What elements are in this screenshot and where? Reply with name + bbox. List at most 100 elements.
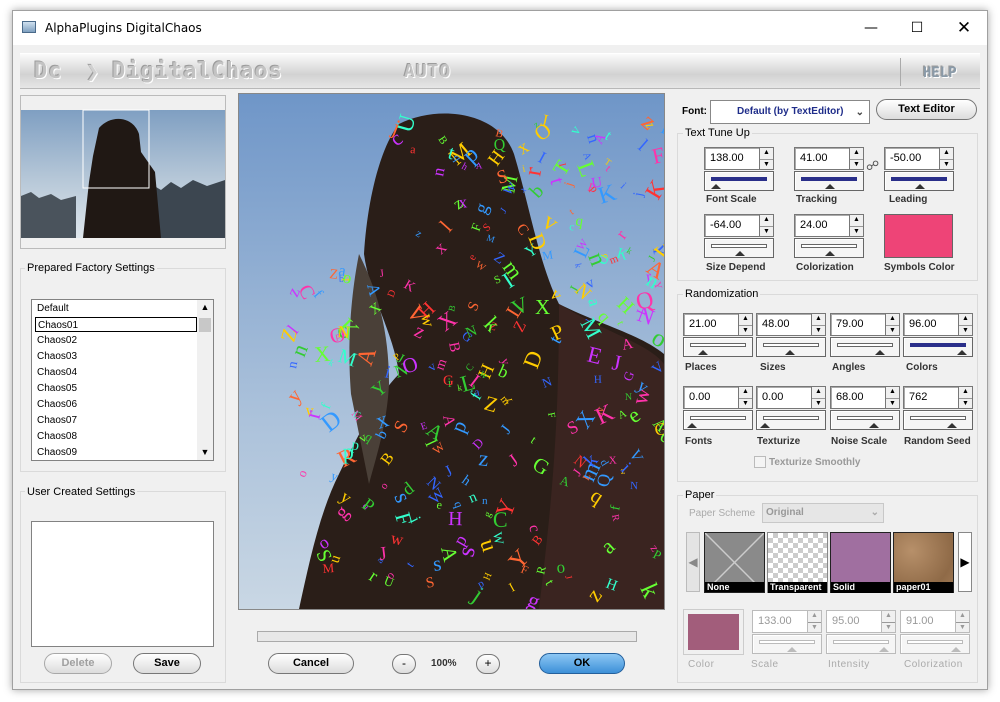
noise-scale-control[interactable]: 68.00 ▲ ▼ xyxy=(830,386,900,432)
text-editor-button[interactable]: Text Editor xyxy=(876,99,977,120)
zoom-in-button[interactable]: + xyxy=(476,654,500,674)
font-scale-spinner[interactable]: ▲ ▼ xyxy=(759,147,774,170)
leading-control[interactable]: -50.00 ▲ ▼ xyxy=(884,147,954,193)
paper-colorization-spinner[interactable]: ▲ ▼ xyxy=(955,610,970,633)
texturize-smoothly-checkbox[interactable] xyxy=(754,456,766,468)
list-item[interactable]: Chaos06 xyxy=(35,397,197,412)
colors-spinner[interactable]: ▲ ▼ xyxy=(958,313,973,336)
paper-intensity-control[interactable]: 95.00 ▲ ▼ xyxy=(826,610,896,656)
paper-scale-input[interactable]: 133.00 xyxy=(752,610,807,633)
list-scrollbar[interactable]: ▲ ▼ xyxy=(197,300,213,460)
delete-button[interactable]: Delete xyxy=(44,653,112,674)
fonts-control[interactable]: 0.00 ▲ ▼ xyxy=(683,386,753,432)
texturize-slider[interactable] xyxy=(756,410,826,430)
font-scale-control[interactable]: 138.00 ▲ ▼ xyxy=(704,147,774,193)
places-input[interactable]: 21.00 xyxy=(683,313,738,336)
random-seed-slider[interactable] xyxy=(903,410,973,430)
paper-intensity-slider[interactable] xyxy=(826,634,896,654)
noise-scale-spinner[interactable]: ▲ ▼ xyxy=(885,386,900,409)
scroll-down-icon[interactable]: ▼ xyxy=(197,445,213,460)
tracking-spinner[interactable]: ▲ ▼ xyxy=(849,147,864,170)
texturize-control[interactable]: 0.00 ▲ ▼ xyxy=(756,386,826,432)
places-spinner[interactable]: ▲ ▼ xyxy=(738,313,753,336)
symbols-color-swatch[interactable] xyxy=(884,214,953,258)
size-depend-input[interactable]: -64.00 xyxy=(704,214,759,237)
close-button[interactable]: ✕ xyxy=(941,11,987,45)
colorization-slider[interactable] xyxy=(794,238,864,258)
size-depend-control[interactable]: -64.00 ▲ ▼ xyxy=(704,214,774,260)
scroll-thumb[interactable] xyxy=(199,318,211,332)
list-item[interactable]: Chaos05 xyxy=(35,381,197,396)
user-settings-list[interactable] xyxy=(31,521,214,647)
paper-intensity-input[interactable]: 95.00 xyxy=(826,610,881,633)
leading-spinner[interactable]: ▲ ▼ xyxy=(939,147,954,170)
colors-input[interactable]: 96.00 xyxy=(903,313,958,336)
sizes-slider[interactable] xyxy=(756,337,826,357)
cancel-button[interactable]: Cancel xyxy=(268,653,354,674)
paper-tile-solid[interactable]: Solid xyxy=(830,532,891,593)
random-seed-control[interactable]: 762 ▲ ▼ xyxy=(903,386,973,432)
places-control[interactable]: 21.00 ▲ ▼ xyxy=(683,313,753,359)
preview-canvas[interactable]: aoIycMSMLhrGsSxzpkBCPEnhDvZVzcXzbUvVNmLB… xyxy=(238,93,665,610)
list-item[interactable]: Chaos04 xyxy=(35,365,197,380)
texturize-spinner[interactable]: ▲ ▼ xyxy=(811,386,826,409)
colorization-input[interactable]: 24.00 xyxy=(794,214,849,237)
tracking-control[interactable]: 41.00 ▲ ▼ xyxy=(794,147,864,193)
fonts-slider[interactable] xyxy=(683,410,753,430)
list-item[interactable]: Chaos02 xyxy=(35,333,197,348)
paper-tile-none[interactable]: None xyxy=(704,532,765,593)
noise-scale-input[interactable]: 68.00 xyxy=(830,386,885,409)
sizes-spinner[interactable]: ▲ ▼ xyxy=(811,313,826,336)
paper-scale-slider[interactable] xyxy=(752,634,822,654)
list-item[interactable]: Chaos09 xyxy=(35,445,197,460)
navigator-thumbnail[interactable] xyxy=(20,95,226,249)
paper-scheme-select[interactable]: Original ⌄ xyxy=(762,503,884,523)
texturize-input[interactable]: 0.00 xyxy=(756,386,811,409)
font-scale-slider[interactable] xyxy=(704,171,774,191)
paper-colorization-control[interactable]: 91.00 ▲ ▼ xyxy=(900,610,970,656)
colorization-control[interactable]: 24.00 ▲ ▼ xyxy=(794,214,864,260)
ok-button[interactable]: OK xyxy=(539,653,625,674)
help-button[interactable]: HELP xyxy=(923,65,957,81)
save-button[interactable]: Save xyxy=(133,653,201,674)
maximize-button[interactable]: ☐ xyxy=(894,11,940,45)
paper-tile-paper01[interactable]: paper01 xyxy=(893,532,954,593)
paper-scale-control[interactable]: 133.00 ▲ ▼ xyxy=(752,610,822,656)
link-chain-icon[interactable]: ☍ xyxy=(866,158,879,174)
tracking-input[interactable]: 41.00 xyxy=(794,147,849,170)
colorization-spinner[interactable]: ▲ ▼ xyxy=(849,214,864,237)
colors-control[interactable]: 96.00 ▲ ▼ xyxy=(903,313,973,359)
angles-spinner[interactable]: ▲ ▼ xyxy=(885,313,900,336)
paper-colorization-input[interactable]: 91.00 xyxy=(900,610,955,633)
noise-scale-slider[interactable] xyxy=(830,410,900,430)
presets-list[interactable]: Default Chaos01 Chaos02 Chaos03 Chaos04 … xyxy=(31,299,214,461)
list-item[interactable]: Chaos08 xyxy=(35,429,197,444)
paper-prev-button[interactable]: ◀ xyxy=(686,532,700,592)
paper-next-button[interactable]: ▶ xyxy=(958,532,972,592)
list-item[interactable]: Default xyxy=(35,301,197,316)
list-item[interactable]: Chaos03 xyxy=(35,349,197,364)
zoom-out-button[interactable]: - xyxy=(392,654,416,674)
sizes-control[interactable]: 48.00 ▲ ▼ xyxy=(756,313,826,359)
list-item-selected[interactable]: Chaos01 xyxy=(35,317,197,332)
paper-intensity-spinner[interactable]: ▲ ▼ xyxy=(881,610,896,633)
leading-slider[interactable] xyxy=(884,171,954,191)
font-select[interactable]: Default (by TextEditor) ⌄ xyxy=(710,100,870,124)
random-seed-spinner[interactable]: ▲ ▼ xyxy=(958,386,973,409)
colors-slider[interactable] xyxy=(903,337,973,357)
random-seed-input[interactable]: 762 xyxy=(903,386,958,409)
scroll-up-icon[interactable]: ▲ xyxy=(197,300,213,315)
list-item[interactable]: Chaos07 xyxy=(35,413,197,428)
tracking-slider[interactable] xyxy=(794,171,864,191)
angles-slider[interactable] xyxy=(830,337,900,357)
sizes-input[interactable]: 48.00 xyxy=(756,313,811,336)
leading-input[interactable]: -50.00 xyxy=(884,147,939,170)
size-depend-slider[interactable] xyxy=(704,238,774,258)
font-scale-input[interactable]: 138.00 xyxy=(704,147,759,170)
paper-color-swatch[interactable] xyxy=(683,609,744,655)
places-slider[interactable] xyxy=(683,337,753,357)
fonts-input[interactable]: 0.00 xyxy=(683,386,738,409)
paper-tile-transparent[interactable]: Transparent xyxy=(767,532,828,593)
size-depend-spinner[interactable]: ▲ ▼ xyxy=(759,214,774,237)
angles-input[interactable]: 79.00 xyxy=(830,313,885,336)
